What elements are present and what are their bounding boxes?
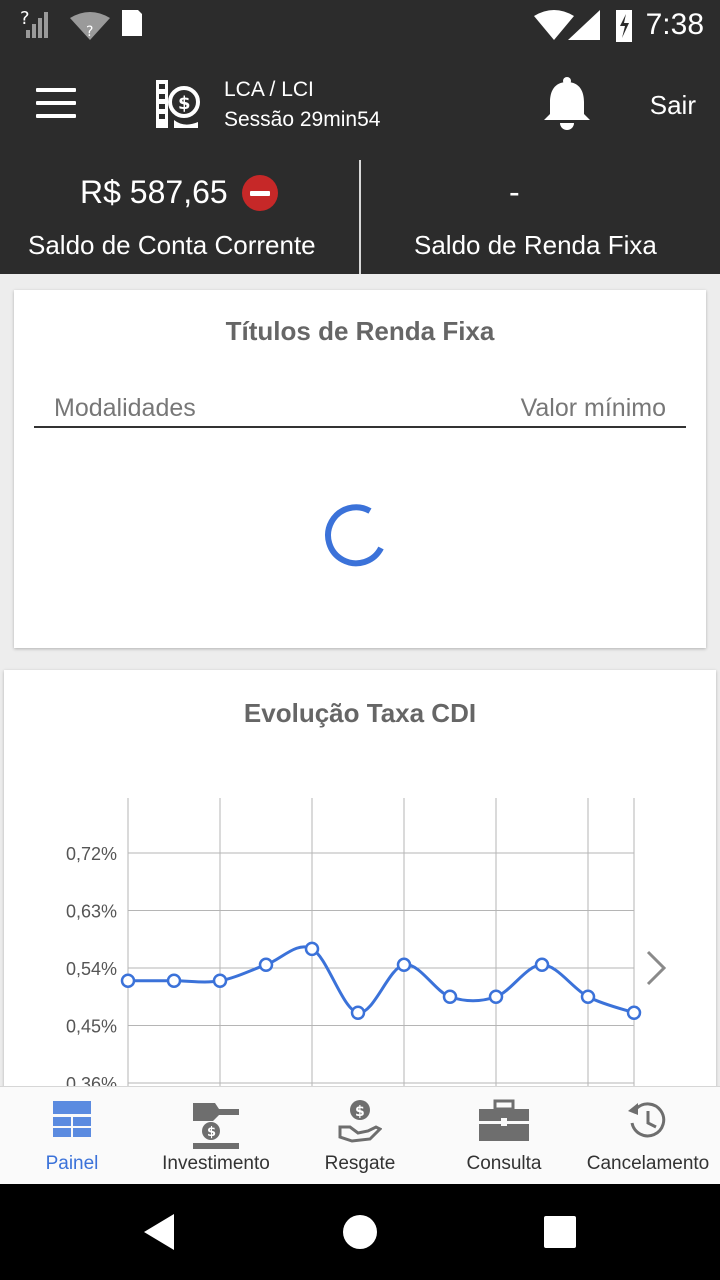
svg-text:$: $ xyxy=(207,1125,216,1140)
nav-item-cancelamento[interactable]: Cancelamento xyxy=(578,1087,718,1185)
data-point xyxy=(580,989,596,1004)
back-icon[interactable] xyxy=(144,1214,174,1250)
status-bar: ? ? 7:38 xyxy=(0,0,720,50)
data-point xyxy=(626,1005,642,1020)
fixed-income-balance-label: Saldo de Renda Fixa xyxy=(414,230,657,260)
y-tick-label: 0,36% xyxy=(66,1074,117,1086)
data-point xyxy=(396,957,412,973)
data-point xyxy=(304,941,320,957)
nav-label-painel: Painel xyxy=(45,1153,99,1174)
cdi-chart-card: Evolução Taxa CDI 0,72% 0,63% 0,54% 0,45% 0,… xyxy=(4,670,716,1100)
checking-balance-label: Saldo de Conta Corrente xyxy=(28,230,316,260)
status-icons-left: ? ? xyxy=(20,8,142,40)
fixed-income-card: Títulos de Renda Fixa Modalidades Valor … xyxy=(14,290,706,648)
nav-label-investimento: Investimento xyxy=(162,1153,270,1174)
data-point xyxy=(350,1005,366,1020)
col-modalidades[interactable]: Modalidades xyxy=(54,394,196,423)
bottom-nav: Painel $ Investimento $ Resgate Consulta xyxy=(0,1086,720,1185)
hide-balance-icon[interactable] xyxy=(242,175,278,211)
loading-spinner xyxy=(325,504,384,567)
briefcase-icon xyxy=(479,1099,529,1141)
nav-item-resgate[interactable]: $ Resgate xyxy=(290,1087,430,1185)
menu-icon-line xyxy=(36,101,76,105)
svg-text:?: ? xyxy=(20,8,30,29)
y-tick-label: 0,54% xyxy=(66,959,117,979)
data-point xyxy=(534,957,550,973)
col-valor-minimo[interactable]: Valor mínimo xyxy=(521,394,666,423)
table-header-line xyxy=(34,426,686,428)
cdi-line-chart: 0,72% 0,63% 0,54% 0,45% 0,36% xyxy=(66,798,642,1086)
y-tick-label: 0,63% xyxy=(66,902,117,922)
app-logo-icon: $ xyxy=(156,80,200,128)
menu-icon-line xyxy=(36,114,76,118)
data-point xyxy=(120,973,136,989)
data-point xyxy=(488,989,504,1004)
cdi-series-line xyxy=(128,945,635,1015)
nav-label-cancelamento: Cancelamento xyxy=(586,1153,710,1174)
app-bar: $ LCA / LCI Sessão 29min54 Sair xyxy=(0,50,720,160)
data-point xyxy=(166,973,182,989)
app-title: LCA / LCI xyxy=(224,78,314,101)
investment-icon: $ xyxy=(193,1103,239,1149)
svg-text:$: $ xyxy=(355,1104,365,1120)
checking-balance-value: R$ 587,65 xyxy=(80,174,228,210)
history-icon xyxy=(628,1102,666,1138)
fixed-income-card-title: Títulos de Renda Fixa xyxy=(225,316,495,346)
fixed-income-balance-value: - xyxy=(509,174,520,210)
session-timer: Sessão 29min54 xyxy=(224,108,381,131)
y-tick-label: 0,72% xyxy=(66,844,117,864)
chart-next-arrow-icon[interactable] xyxy=(640,948,672,988)
svg-text:?: ? xyxy=(86,24,93,40)
svg-text:$: $ xyxy=(178,93,191,114)
nav-item-investimento[interactable]: $ Investimento xyxy=(146,1087,286,1185)
status-time: 7:38 xyxy=(645,8,704,41)
dashboard-icon xyxy=(53,1101,91,1137)
nav-label-consulta: Consulta xyxy=(466,1153,542,1174)
logout-button[interactable]: Sair xyxy=(650,90,696,121)
nav-item-consulta[interactable]: Consulta xyxy=(434,1087,574,1185)
y-tick-label: 0,45% xyxy=(66,1017,117,1037)
nav-item-painel[interactable]: Painel xyxy=(2,1087,142,1185)
recents-icon[interactable] xyxy=(544,1216,576,1248)
balance-divider xyxy=(359,160,361,274)
system-nav-bar xyxy=(0,1184,720,1280)
data-point xyxy=(442,989,458,1004)
status-icons-right xyxy=(534,10,632,42)
menu-icon xyxy=(36,88,76,92)
data-point xyxy=(212,973,228,989)
home-icon[interactable] xyxy=(343,1215,377,1249)
balance-bar: R$ 587,65 Saldo de Conta Corrente - Sald… xyxy=(0,160,720,274)
nav-label-resgate: Resgate xyxy=(324,1153,396,1174)
notification-bell-icon[interactable] xyxy=(540,76,594,132)
data-point xyxy=(258,957,274,973)
redeem-icon: $ xyxy=(338,1100,382,1143)
menu-button[interactable] xyxy=(36,88,76,120)
